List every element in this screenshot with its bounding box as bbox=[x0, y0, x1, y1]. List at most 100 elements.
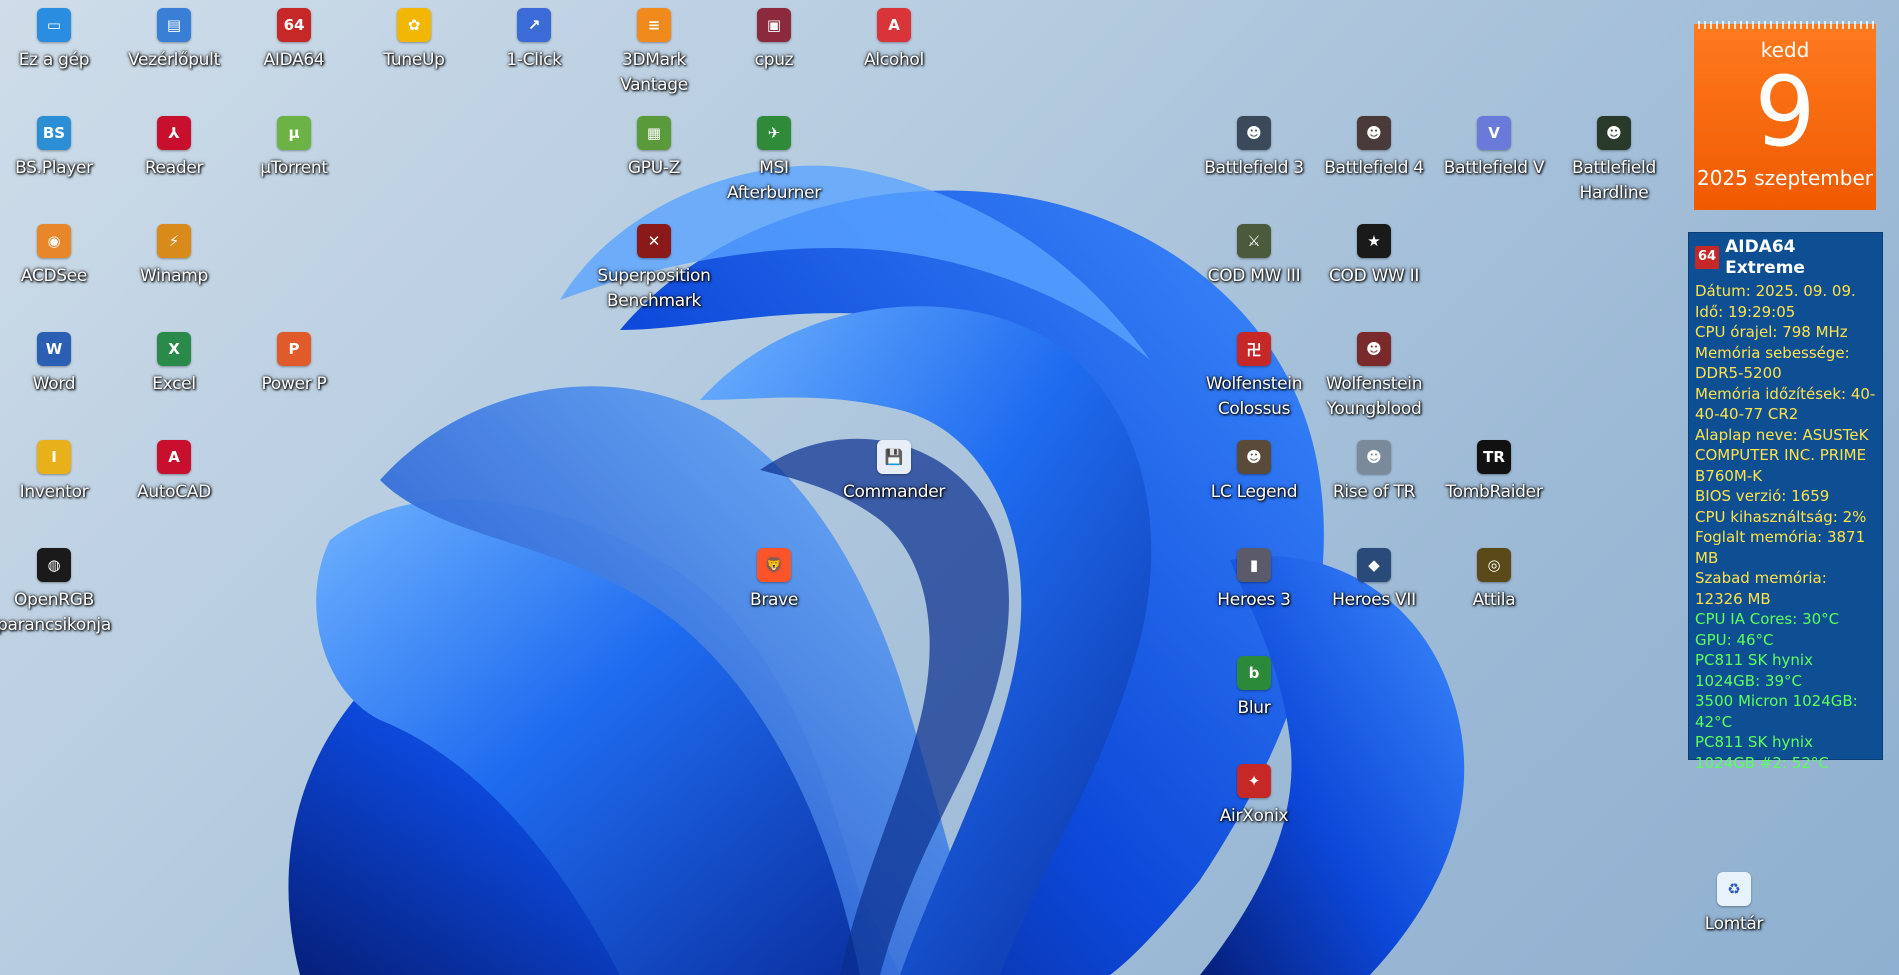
desktop-icon-label: cpuz bbox=[754, 50, 794, 70]
battlefield-hardline-icon: ☻ bbox=[1597, 116, 1631, 150]
desktop-icon-winamp[interactable]: ⚡ Winamp bbox=[115, 224, 233, 289]
desktop-icon-openrgb[interactable]: ◍ OpenRGB parancsikonja bbox=[0, 548, 113, 638]
calendar-widget[interactable]: kedd 9 2025 szeptember bbox=[1694, 21, 1876, 210]
desktop-icon-rise-of-tr[interactable]: ☻ Rise of TR bbox=[1315, 440, 1433, 505]
wolfenstein-colossus-icon: 卍 bbox=[1237, 332, 1271, 366]
desktop-icon-inventor[interactable]: I Inventor bbox=[0, 440, 113, 505]
aida64-icon: 64 bbox=[277, 8, 311, 42]
desktop-icon-3dmark[interactable]: ≡ 3DMark Vantage bbox=[595, 8, 713, 98]
desktop-icon-utorrent[interactable]: µ µTorrent bbox=[235, 116, 353, 181]
desktop-icon-label: COD WW II bbox=[1328, 266, 1420, 286]
desktop-icon-label: Power P bbox=[261, 374, 327, 394]
desktop-icon-aida64[interactable]: 64 AIDA64 bbox=[235, 8, 353, 73]
desktop-icon-label: Winamp bbox=[140, 266, 208, 286]
desktop-icon-autocad[interactable]: A AutoCAD bbox=[115, 440, 233, 505]
gpuz-icon: ▦ bbox=[637, 116, 671, 150]
rise-of-tomb-raider-icon: ☻ bbox=[1357, 440, 1391, 474]
desktop-icon-label: µTorrent bbox=[260, 158, 328, 178]
desktop-icon-label: Battlefield Hardline bbox=[1572, 158, 1656, 203]
aida64-info-row: Idő: 19:29:05 bbox=[1695, 302, 1796, 321]
desktop-icon-heroes3[interactable]: ▮ Heroes 3 bbox=[1195, 548, 1313, 613]
desktop-icon-label: Lomtár bbox=[1704, 914, 1764, 934]
desktop-icon-tombraider[interactable]: TR TombRaider bbox=[1435, 440, 1553, 505]
openrgb-icon: ◍ bbox=[37, 548, 71, 582]
desktop-icon-label: BS.Player bbox=[15, 158, 93, 178]
desktop-icon-1-click[interactable]: ↗ 1-Click bbox=[475, 8, 593, 73]
cpuz-icon: ▣ bbox=[757, 8, 791, 42]
desktop-icon-cod-ww2[interactable]: ★ COD WW II bbox=[1315, 224, 1433, 289]
desktop-icon-brave[interactable]: 🦁 Brave bbox=[715, 548, 833, 613]
desktop-icon-wolf-colossus[interactable]: 卍 Wolfenstein Colossus bbox=[1195, 332, 1313, 422]
aida64-temperature-row: PC811 SK hynix 1024GB #2: 52°C bbox=[1695, 733, 1829, 772]
desktop-icon-tuneup[interactable]: ✿ TuneUp bbox=[355, 8, 473, 73]
desktop-icon-bsplayer[interactable]: BS BS.Player bbox=[0, 116, 113, 181]
desktop-icon-airxonix[interactable]: ✦ AirXonix bbox=[1195, 764, 1313, 829]
desktop-icon-label: Wolfenstein Colossus bbox=[1205, 374, 1303, 419]
aida64-temperature-row: CPU IA Cores: 30°C bbox=[1695, 610, 1840, 628]
aida64-info-row: CPU órajel: 798 MHz bbox=[1695, 323, 1848, 341]
desktop-icon-cod-mw3[interactable]: ⚔ COD MW III bbox=[1195, 224, 1313, 289]
desktop-icon-lc-legend[interactable]: ☻ LC Legend bbox=[1195, 440, 1313, 505]
aida64-header: 64 AIDA64 Extreme bbox=[1695, 237, 1876, 278]
desktop-icon-commander[interactable]: 💾 Commander bbox=[835, 440, 953, 505]
desktop-icon-wolf-youngblood[interactable]: ☻ Wolfenstein Youngblood bbox=[1315, 332, 1433, 422]
attila-icon: ◎ bbox=[1477, 548, 1511, 582]
desktop-icon-ez-a-gep[interactable]: ▭ Ez a gép bbox=[0, 8, 113, 73]
desktop-icon-label: AIDA64 bbox=[263, 50, 325, 70]
desktop-icon-label: Blur bbox=[1237, 698, 1271, 718]
desktop-icon-label: OpenRGB parancsikonja bbox=[0, 590, 111, 635]
1-click-icon: ↗ bbox=[517, 8, 551, 42]
acdsee-icon: ◉ bbox=[37, 224, 71, 258]
desktop-icon-label: Heroes VII bbox=[1332, 590, 1416, 610]
aida64-sensor-panel[interactable]: 64 AIDA64 Extreme Dátum: 2025. 09. 09. Id… bbox=[1688, 232, 1883, 772]
desktop-icon-label: Heroes 3 bbox=[1217, 590, 1291, 610]
desktop-icon-bfv[interactable]: V Battlefield V bbox=[1435, 116, 1553, 181]
desktop-icon-label: GPU-Z bbox=[627, 158, 681, 178]
aida64-logo-icon: 64 bbox=[1695, 246, 1720, 269]
desktop-icon-blur[interactable]: b Blur bbox=[1195, 656, 1313, 721]
desktop-icon-heroes7[interactable]: ◆ Heroes VII bbox=[1315, 548, 1433, 613]
desktop-icon-acdsee[interactable]: ◉ ACDSee bbox=[0, 224, 113, 289]
desktop-icon-bfh[interactable]: ☻ Battlefield Hardline bbox=[1555, 116, 1673, 206]
recycle-bin-icon: ♻ bbox=[1717, 872, 1751, 906]
desktop-icon-label: Inventor bbox=[19, 482, 89, 502]
desktop-icon-word[interactable]: W Word bbox=[0, 332, 113, 397]
desktop-icon-superposition[interactable]: ✕ Superposition Benchmark bbox=[595, 224, 713, 314]
aida64-temperature-row: GPU: 46°C bbox=[1695, 630, 1774, 649]
alcohol-icon: A bbox=[877, 8, 911, 42]
desktop-icon-bf4[interactable]: ☻ Battlefield 4 bbox=[1315, 116, 1433, 181]
desktop-icon-label: Battlefield 4 bbox=[1324, 158, 1424, 178]
tuneup-icon: ✿ bbox=[397, 8, 431, 42]
winamp-icon: ⚡ bbox=[157, 224, 191, 258]
desktop-icon-vezerlopult[interactable]: ▤ Vezérlőpult bbox=[115, 8, 233, 73]
wolfenstein-youngblood-icon: ☻ bbox=[1357, 332, 1391, 366]
desktop-icon-cpuz[interactable]: ▣ cpuz bbox=[715, 8, 833, 73]
3dmark-icon: ≡ bbox=[637, 8, 671, 42]
desktop-icon-excel[interactable]: X Excel bbox=[115, 332, 233, 397]
floppy-disk-icon: 💾 bbox=[877, 440, 911, 474]
battlefield-v-icon: V bbox=[1477, 116, 1511, 150]
desktop-icon-reader[interactable]: ⅄ Reader bbox=[115, 116, 233, 181]
calendar-month-year: 2025 szeptember bbox=[1696, 166, 1874, 190]
desktop-icon-lomtar[interactable]: ♻ Lomtár bbox=[1675, 872, 1793, 937]
desktop-icon-label: Vezérlőpult bbox=[128, 50, 220, 70]
aida64-info-row: Memória időzítések: 40-40-40-77 CR2 bbox=[1695, 384, 1876, 424]
desktop-icon-alcohol[interactable]: A Alcohol bbox=[835, 8, 953, 73]
bsplayer-icon: BS bbox=[37, 116, 71, 150]
desktop-icon-attila[interactable]: ◎ Attila bbox=[1435, 548, 1553, 613]
desktop-icon-msi-afterburner[interactable]: ✈ MSI Afterburner bbox=[715, 116, 833, 206]
desktop-icon-label: AirXonix bbox=[1219, 806, 1289, 826]
desktop-icon-gpuz[interactable]: ▦ GPU-Z bbox=[595, 116, 713, 181]
desktop-icon-label: Brave bbox=[749, 590, 799, 610]
calendar-rings bbox=[1694, 21, 1876, 29]
excel-icon: X bbox=[157, 332, 191, 366]
control-panel-icon: ▤ bbox=[157, 8, 191, 42]
cod-ww2-icon: ★ bbox=[1357, 224, 1391, 258]
reader-icon: ⅄ bbox=[157, 116, 191, 150]
desktop-icon-label: Battlefield 3 bbox=[1204, 158, 1304, 178]
desktop-icon-powerp[interactable]: P Power P bbox=[235, 332, 353, 397]
aida64-title: AIDA64 Extreme bbox=[1725, 237, 1805, 278]
desktop-icon-label: Word bbox=[32, 374, 76, 394]
desktop-icon-bf3[interactable]: ☻ Battlefield 3 bbox=[1195, 116, 1313, 181]
blur-icon: b bbox=[1237, 656, 1271, 690]
